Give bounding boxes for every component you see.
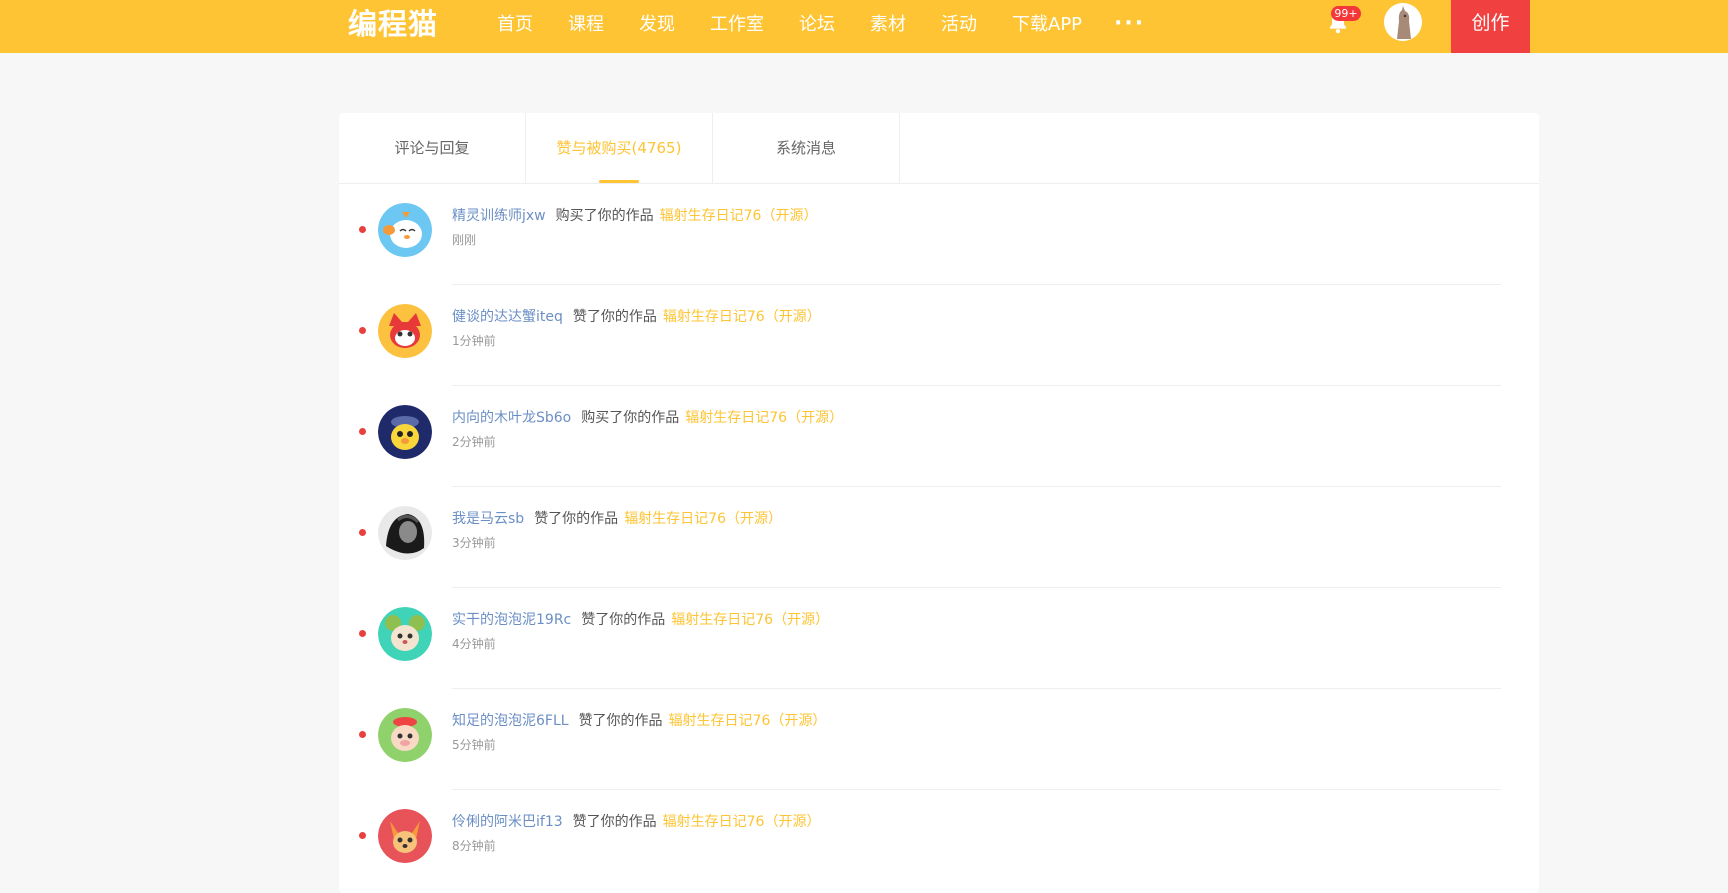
unread-dot xyxy=(359,630,366,637)
unread-dot xyxy=(359,529,366,536)
top-navbar: 编程猫 首页 课程 发现 工作室 论坛 素材 活动 下载APP ··· 99+ … xyxy=(0,0,1728,53)
work-link[interactable]: 辐射生存日记76（开源） xyxy=(660,208,818,224)
action-text: 赞了你的作品 xyxy=(572,309,657,325)
work-link[interactable]: 辐射生存日记76（开源） xyxy=(624,511,782,527)
green-mouse-avatar[interactable] xyxy=(378,607,432,661)
list-item: 健谈的达达蟹iteq 赞了你的作品 辐射生存日记76（开源） 1分钟前 xyxy=(339,285,1539,386)
action-text: 购买了你的作品 xyxy=(581,410,680,426)
nav-forum[interactable]: 论坛 xyxy=(780,10,851,36)
unread-dot xyxy=(359,226,366,233)
username-link[interactable]: 实干的泡泡泥19Rc xyxy=(452,612,571,628)
username-link[interactable]: 内向的木叶龙Sb6o xyxy=(452,410,571,426)
work-link[interactable]: 辐射生存日记76（开源） xyxy=(663,814,821,830)
timestamp: 1分钟前 xyxy=(452,334,496,348)
list-item: 伶俐的阿米巴if13 赞了你的作品 辐射生存日记76（开源） 8分钟前 xyxy=(339,790,1539,891)
red-fox-avatar-icon xyxy=(378,809,432,863)
site-logo[interactable]: 编程猫 xyxy=(348,4,438,44)
work-link[interactable]: 辐射生存日记76（开源） xyxy=(669,713,827,729)
work-link[interactable]: 辐射生存日记76（开源） xyxy=(671,612,829,628)
more-icon[interactable]: ··· xyxy=(1098,11,1161,36)
nav-events[interactable]: 活动 xyxy=(922,10,993,36)
tab-system-messages[interactable]: 系统消息 xyxy=(713,113,900,183)
action-text: 赞了你的作品 xyxy=(581,612,666,628)
username-link[interactable]: 知足的泡泡泥6FLL xyxy=(452,713,569,729)
list-item: 实干的泡泡泥19Rc 赞了你的作品 辐射生存日记76（开源） 4分钟前 xyxy=(339,588,1539,689)
message-panel: 评论与回复 赞与被购买(4765) 系统消息 精灵训练师jxw 购买了你的作品 … xyxy=(339,113,1539,893)
green-pig-avatar[interactable] xyxy=(378,708,432,762)
green-mouse-avatar-icon xyxy=(378,607,432,661)
timestamp: 8分钟前 xyxy=(452,839,496,853)
timestamp: 5分钟前 xyxy=(452,738,496,752)
yellow-dragon-avatar[interactable] xyxy=(378,405,432,459)
kangaroo-avatar-icon xyxy=(1384,3,1422,41)
main-nav: 首页 课程 发现 工作室 论坛 素材 活动 下载APP ··· xyxy=(478,0,1161,46)
action-text: 赞了你的作品 xyxy=(578,713,663,729)
list-item: 我是马云sb 赞了你的作品 辐射生存日记76（开源） 3分钟前 xyxy=(339,487,1539,588)
unread-dot xyxy=(359,731,366,738)
dark-photo-avatar-icon xyxy=(378,506,432,560)
red-crab-avatar[interactable] xyxy=(378,304,432,358)
active-tab-indicator xyxy=(599,180,639,183)
nav-studio[interactable]: 工作室 xyxy=(691,10,780,36)
nav-courses[interactable]: 课程 xyxy=(549,10,620,36)
unread-dot xyxy=(359,832,366,839)
unread-dot xyxy=(359,428,366,435)
green-pig-avatar-icon xyxy=(378,708,432,762)
user-avatar[interactable] xyxy=(1384,3,1422,41)
list-item: 精灵训练师jxw 购买了你的作品 辐射生存日记76（开源） 刚刚 xyxy=(339,184,1539,285)
timestamp: 2分钟前 xyxy=(452,435,496,449)
action-text: 赞了你的作品 xyxy=(572,814,657,830)
action-text: 赞了你的作品 xyxy=(534,511,619,527)
message-tabs: 评论与回复 赞与被购买(4765) 系统消息 xyxy=(339,113,1539,184)
unread-dot xyxy=(359,327,366,334)
nav-materials[interactable]: 素材 xyxy=(851,10,922,36)
action-text: 购买了你的作品 xyxy=(555,208,654,224)
blue-bird-avatar-icon xyxy=(378,203,432,257)
tab-comments-replies[interactable]: 评论与回复 xyxy=(339,113,526,183)
list-item: 知足的泡泡泥6FLL 赞了你的作品 辐射生存日记76（开源） 5分钟前 xyxy=(339,689,1539,790)
username-link[interactable]: 我是马云sb xyxy=(452,511,524,527)
tab-likes-purchases-label: 赞与被购买(4765) xyxy=(556,139,682,157)
nav-home[interactable]: 首页 xyxy=(478,10,549,36)
dark-photo-avatar[interactable] xyxy=(378,506,432,560)
red-crab-avatar-icon xyxy=(378,304,432,358)
blue-bird-avatar[interactable] xyxy=(378,203,432,257)
yellow-dragon-avatar-icon xyxy=(378,405,432,459)
timestamp: 4分钟前 xyxy=(452,637,496,651)
username-link[interactable]: 伶俐的阿米巴if13 xyxy=(452,814,563,830)
nav-discover[interactable]: 发现 xyxy=(620,10,691,36)
list-item: 内向的木叶龙Sb6o 购买了你的作品 辐射生存日记76（开源） 2分钟前 xyxy=(339,386,1539,487)
work-link[interactable]: 辐射生存日记76（开源） xyxy=(685,410,843,426)
tab-likes-purchases[interactable]: 赞与被购买(4765) xyxy=(526,113,713,183)
red-fox-avatar[interactable] xyxy=(378,809,432,863)
timestamp: 3分钟前 xyxy=(452,536,496,550)
notification-count-badge: 99+ xyxy=(1331,6,1361,21)
timestamp: 刚刚 xyxy=(452,233,477,247)
username-link[interactable]: 精灵训练师jxw xyxy=(452,208,546,224)
username-link[interactable]: 健谈的达达蟹iteq xyxy=(452,309,563,325)
nav-download-app[interactable]: 下载APP xyxy=(993,10,1098,36)
create-button[interactable]: 创作 xyxy=(1451,0,1530,53)
work-link[interactable]: 辐射生存日记76（开源） xyxy=(663,309,821,325)
